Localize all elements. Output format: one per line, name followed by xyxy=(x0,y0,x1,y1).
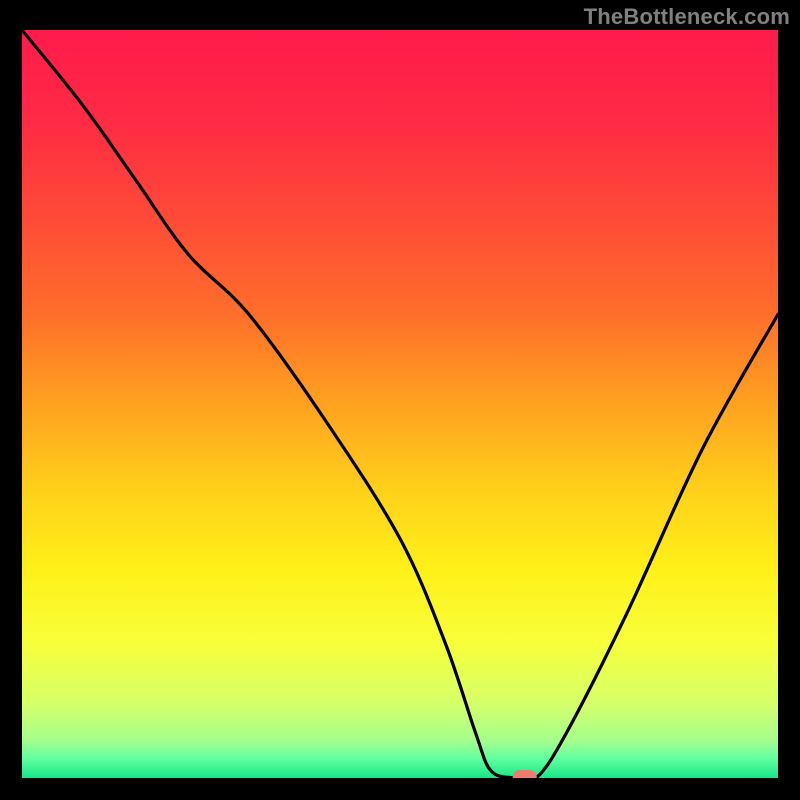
plot-area xyxy=(22,30,778,778)
bottleneck-chart xyxy=(22,30,778,778)
optimal-marker xyxy=(513,770,537,778)
attribution-label: TheBottleneck.com xyxy=(584,4,790,30)
chart-frame: TheBottleneck.com xyxy=(0,0,800,800)
gradient-background xyxy=(22,30,778,778)
